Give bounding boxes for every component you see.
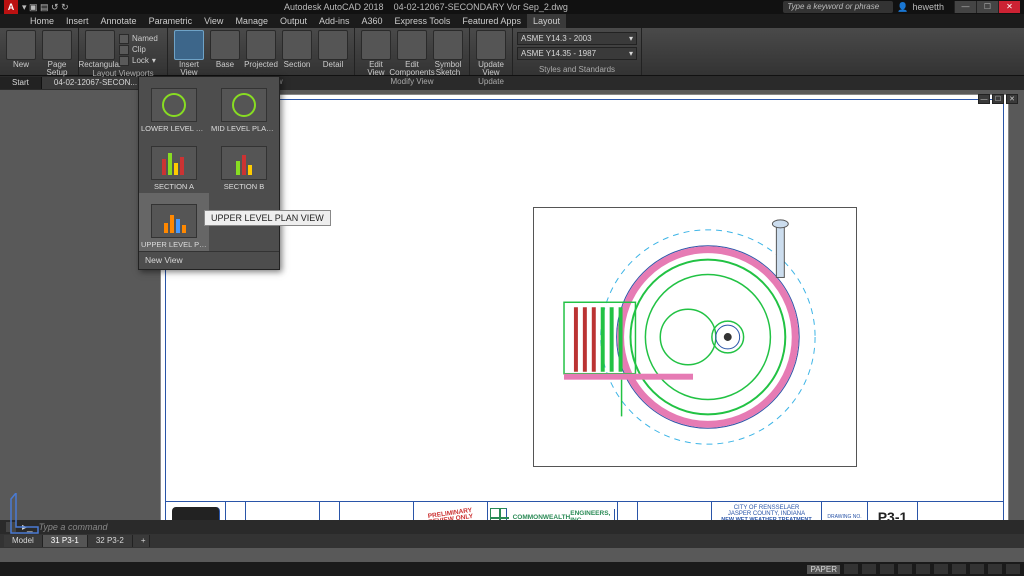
mdi-close[interactable]: ✕ bbox=[1006, 94, 1018, 104]
gallery-item-section-a[interactable]: SECTION A bbox=[139, 135, 209, 193]
paper-toggle[interactable]: PAPER bbox=[807, 565, 840, 574]
mdi-min[interactable]: — bbox=[978, 94, 990, 104]
panel-styles: ASME Y14.3 - 2003▾ ASME Y14.35 - 1987▾ S… bbox=[513, 28, 642, 75]
title-bar: A ▾ ▣ ▤ ↺ ↻ Autodesk AutoCAD 2018 04-02-… bbox=[0, 0, 1024, 14]
file-name: 04-02-12067-SECONDARY Vor Sep_2.dwg bbox=[394, 2, 568, 12]
symbolsketch-button[interactable]: SymbolSketch bbox=[431, 30, 465, 77]
editview-button[interactable]: EditView bbox=[359, 30, 393, 77]
std-select-2[interactable]: ASME Y14.35 - 1987▾ bbox=[517, 47, 637, 60]
status-snap-icon[interactable] bbox=[862, 564, 876, 574]
tab-output[interactable]: Output bbox=[274, 14, 313, 28]
clip-vp-button[interactable]: Clip bbox=[119, 45, 163, 55]
minimize-button[interactable]: — bbox=[954, 1, 976, 13]
tab-featured[interactable]: Featured Apps bbox=[456, 14, 527, 28]
insert-view-gallery: LOWER LEVEL PLA... MID LEVEL PLAN VIEW S… bbox=[138, 76, 280, 270]
lock-vp-button[interactable]: Lock ▾ bbox=[119, 56, 163, 66]
panel-createview: Insert View Base Projected Section Detai… bbox=[168, 28, 355, 75]
layout-tabs: Model 31 P3-1 32 P3-2 + bbox=[0, 534, 1024, 548]
editcomp-button[interactable]: EditComponents bbox=[395, 30, 429, 77]
ucs-icon bbox=[8, 493, 42, 540]
panel-update: UpdateView Update bbox=[470, 28, 513, 75]
tab-layout[interactable]: Layout bbox=[527, 14, 566, 28]
user-name: hewetth bbox=[912, 2, 944, 12]
status-ortho-icon[interactable] bbox=[880, 564, 894, 574]
new-layout-button[interactable]: New bbox=[4, 30, 38, 77]
command-placeholder: Type a command bbox=[39, 522, 108, 532]
projected-view-button[interactable]: Projected bbox=[244, 30, 278, 77]
base-view-button[interactable]: Base bbox=[208, 30, 242, 77]
gallery-item-mid[interactable]: MID LEVEL PLAN VIEW bbox=[209, 77, 279, 135]
status-lwt-icon[interactable] bbox=[934, 564, 948, 574]
user-icon[interactable]: 👤 bbox=[897, 2, 908, 13]
viewport[interactable] bbox=[533, 207, 857, 467]
tab-parametric[interactable]: Parametric bbox=[143, 14, 199, 28]
std-select-1[interactable]: ASME Y14.3 - 2003▾ bbox=[517, 32, 637, 45]
tab-view[interactable]: View bbox=[198, 14, 229, 28]
status-annoscale-icon[interactable] bbox=[952, 564, 966, 574]
mdi-max[interactable]: ☐ bbox=[992, 94, 1004, 104]
add-layout-tab[interactable]: + bbox=[133, 535, 150, 547]
close-button[interactable]: ✕ bbox=[998, 1, 1020, 13]
tab-express[interactable]: Express Tools bbox=[389, 14, 457, 28]
layout-tab-2[interactable]: 32 P3-2 bbox=[88, 535, 133, 547]
detail-view-button[interactable]: Detail bbox=[316, 30, 350, 77]
status-bar: PAPER bbox=[0, 562, 1024, 576]
status-workspace-icon[interactable] bbox=[970, 564, 984, 574]
section-view-button[interactable]: Section bbox=[280, 30, 314, 77]
quick-access[interactable]: ▾ ▣ ▤ ↺ ↻ bbox=[22, 2, 69, 13]
tab-manage[interactable]: Manage bbox=[229, 14, 274, 28]
rectangular-vp-button[interactable]: Rectangular bbox=[83, 30, 117, 69]
panel-modifyview: EditView EditComponents SymbolSketch Mod… bbox=[355, 28, 470, 75]
current-doc-tab[interactable]: 04-02-12067-SECON... bbox=[42, 77, 150, 89]
paper-sheet: PRELIMINARYREVIEW ONLY COMMONWEALTHENGIN… bbox=[160, 94, 1009, 538]
tab-annotate[interactable]: Annotate bbox=[95, 14, 143, 28]
gallery-item-section-b[interactable]: SECTION B bbox=[209, 135, 279, 193]
updateview-button[interactable]: UpdateView bbox=[474, 30, 508, 77]
panel-layout: New PageSetup Layout bbox=[0, 28, 79, 75]
named-vp-button[interactable]: Named bbox=[119, 34, 163, 44]
ribbon: New PageSetup Layout Rectangular Named C… bbox=[0, 28, 1024, 76]
tab-home[interactable]: Home bbox=[24, 14, 60, 28]
help-search[interactable]: Type a keyword or phrase bbox=[783, 1, 893, 13]
status-polar-icon[interactable] bbox=[898, 564, 912, 574]
layout-tab-1[interactable]: 31 P3-1 bbox=[43, 535, 88, 547]
app-logo: A bbox=[4, 0, 18, 14]
page-setup-button[interactable]: PageSetup bbox=[40, 30, 74, 77]
gallery-item-lower[interactable]: LOWER LEVEL PLA... bbox=[139, 77, 209, 135]
tab-addins[interactable]: Add-ins bbox=[313, 14, 356, 28]
status-custom-icon[interactable] bbox=[1006, 564, 1020, 574]
gallery-item-upper[interactable]: UPPER LEVEL PLA... bbox=[139, 193, 209, 251]
new-view-link[interactable]: New View bbox=[139, 251, 279, 269]
app-name: Autodesk AutoCAD 2018 bbox=[284, 2, 384, 12]
status-grid-icon[interactable] bbox=[844, 564, 858, 574]
status-clean-icon[interactable] bbox=[988, 564, 1002, 574]
panel-viewports: Rectangular Named Clip Lock ▾ Layout Vie… bbox=[79, 28, 168, 75]
tab-a360[interactable]: A360 bbox=[356, 14, 389, 28]
insert-view-button[interactable]: Insert View bbox=[172, 30, 206, 77]
maximize-button[interactable]: ☐ bbox=[976, 1, 998, 13]
command-line[interactable]: ▸_ Type a command bbox=[0, 520, 1024, 534]
gallery-tooltip: UPPER LEVEL PLAN VIEW bbox=[204, 210, 331, 226]
tab-insert[interactable]: Insert bbox=[60, 14, 95, 28]
status-osnap-icon[interactable] bbox=[916, 564, 930, 574]
ribbon-tabstrip: Home Insert Annotate Parametric View Man… bbox=[0, 14, 1024, 28]
start-tab[interactable]: Start bbox=[0, 77, 42, 89]
